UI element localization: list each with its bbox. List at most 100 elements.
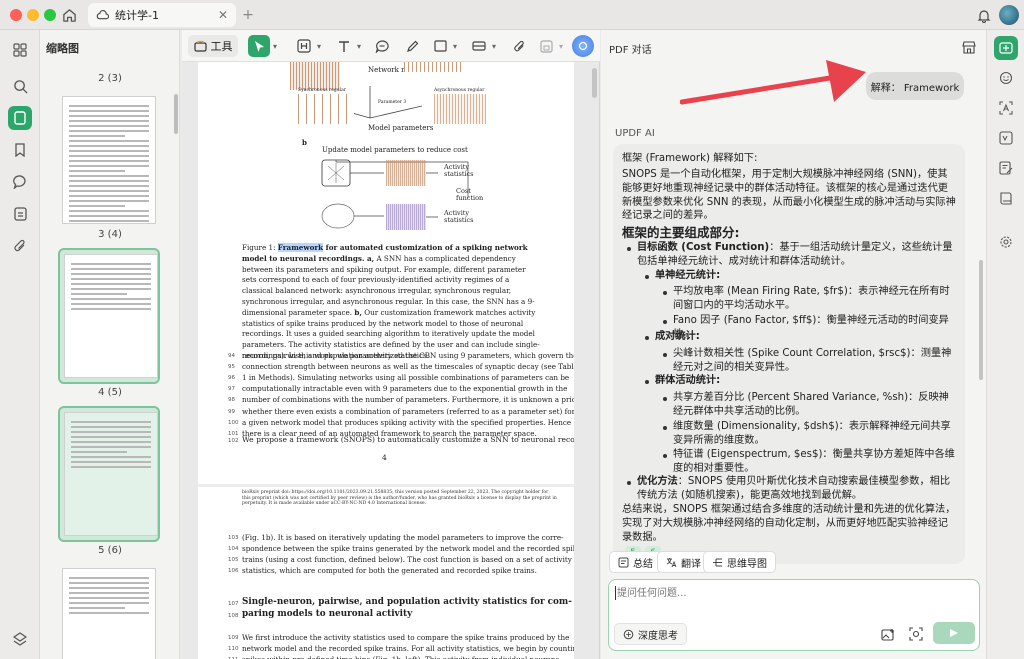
chat-scrollbar[interactable] [979,260,983,380]
send-button[interactable] [933,622,975,644]
form-edit-icon[interactable] [994,156,1018,180]
lock-save-icon[interactable] [536,35,556,57]
chevron-down-icon[interactable]: ▾ [451,35,459,57]
thumbnail-text-line [69,195,149,197]
thumbnail-text-line [69,587,149,589]
chevron-down-icon[interactable]: ▾ [557,35,565,57]
zoom-window-button[interactable] [44,9,56,21]
ai-panel-title: PDF 对话 [609,45,652,56]
search-icon[interactable] [8,74,32,98]
image-upload-icon[interactable] [879,625,897,643]
ai-chat-icon[interactable] [994,36,1018,60]
cloud-icon [96,10,109,20]
summarize-button[interactable]: 总结 [609,551,662,573]
chevron-down-icon[interactable]: ▾ [271,35,279,57]
bookmark-icon[interactable] [8,138,32,162]
summarize-label: 总结 [633,558,653,570]
user-message-bubble: 解释： Framework [866,72,964,100]
response-intro: 框架 (Framework) 解释如下: [622,153,758,164]
body-line: recordings). In this work, we parameteri… [242,351,574,360]
deep-think-button[interactable]: 深度思考 [614,623,687,645]
section-heading-line: Single-neuron, pairwise, and population … [242,597,572,607]
paperclip-icon[interactable] [8,234,32,258]
line-number: 101 [228,430,239,437]
text-tool-icon[interactable] [334,35,354,57]
left-tool-rail [0,30,40,659]
new-tab-icon[interactable]: + [240,6,256,24]
mindmap-button[interactable]: 思维导图 [703,551,776,573]
stamp-icon[interactable] [469,35,489,57]
attach-file-icon[interactable] [509,35,529,57]
thumbnail-text-line [69,597,149,599]
smiley-icon[interactable] [994,66,1018,90]
bullet [645,380,649,384]
body-line: 1 in Methods). Simulating networks using… [242,373,570,383]
pencil-icon[interactable] [402,35,422,57]
thumbnail-text-line [69,165,149,167]
thumbnail-text-line [69,105,149,107]
ai-assistant-icon[interactable] [572,35,594,57]
sub-item: 尖峰计数相关性 (Spike Count Correlation, $rsc$)… [673,348,952,373]
close-tab-icon[interactable]: ✕ [218,8,228,22]
ocr-icon[interactable] [994,96,1018,120]
thumbnail-page-6[interactable] [58,564,160,659]
thumbnail-text-line [71,303,151,305]
line-number: 108 [228,613,239,619]
page-view-icon[interactable] [8,106,32,130]
sub-item: 维度数量 (Dimensionality, $dsh$)：表示解释神经元间共享变… [673,421,951,446]
thumbnail-scrollbar[interactable] [174,94,178,134]
tools-button[interactable]: 工具 [188,35,238,57]
select-cursor-icon[interactable] [248,35,270,57]
attachment-list-icon[interactable] [8,202,32,226]
title-bar: 统计学-1 ✕ + [0,0,1024,30]
thumbnail-page-4[interactable] [58,248,160,384]
figure-panel-b: b Update model parameters to reduce cost… [198,138,574,238]
sync-regular-label: Synchronous regular [298,88,346,93]
raster-plot [386,204,426,230]
store-icon[interactable] [959,37,979,57]
translate-icon [666,557,677,568]
highlighted-term[interactable]: Framework [277,243,324,252]
home-icon[interactable] [60,6,78,24]
thumbnail-text-line [69,577,149,579]
chevron-down-icon[interactable]: ▾ [355,35,363,57]
comment-tool-icon[interactable] [372,35,392,57]
document-tab[interactable]: 统计学-1 ✕ [88,3,236,27]
thumbnail-text-line [69,200,149,202]
minimize-window-button[interactable] [27,9,39,21]
thumbnail-text-line [71,298,151,300]
notification-bell-icon[interactable] [975,6,993,24]
highlight-text-icon[interactable] [294,35,314,57]
assistant-response: 框架 (Framework) 解释如下: SNOPS 是一个自动化框架，用于定制… [613,144,965,564]
settings-gear-icon[interactable] [994,230,1018,254]
rectangle-shape-icon[interactable] [430,35,450,57]
convert-icon[interactable] [994,126,1018,150]
chevron-down-icon[interactable]: ▾ [490,35,498,57]
model-parameters-label: Model parameters [368,124,434,132]
user-message-text: 解释： Framework [870,82,960,94]
chat-input[interactable] [617,585,957,601]
pdf-page: Network model Synchronous regular Asynch… [198,62,574,659]
chat-input-box: 深度思考 [608,579,980,651]
thumbnail-text-line [71,456,151,458]
layers-icon[interactable] [8,627,32,651]
chevron-down-icon[interactable]: ▾ [315,35,323,57]
bullet [645,336,649,340]
body-line: We first introduce the activity statisti… [242,633,570,642]
comment-icon[interactable] [8,170,32,194]
close-window-button[interactable] [10,9,22,21]
book-icon[interactable] [994,186,1018,210]
thumbnails-grid-icon[interactable] [8,38,32,62]
thumbnail-page-5[interactable] [58,406,160,542]
thumbnail-page-3[interactable] [58,92,160,228]
thumbnail-text-line [69,135,125,137]
screenshot-icon[interactable] [907,625,925,643]
raster-plot [298,94,354,124]
bullet-text: ：SNOPS 使用贝叶斯优化技术自动搜索最佳模型参数，相比传统方法 (如随机搜索… [637,476,951,501]
line-number: 105 [228,557,239,564]
response-bullet: 目标函数 (Cost Function)：基于一组活动统计量定义，这些统计量包括… [637,241,957,269]
annotation-arrow [680,60,866,105]
body-line: (Fig. 1b). It is based on iteratively up… [242,533,564,542]
document-scrollbar[interactable] [592,68,597,98]
user-avatar[interactable] [999,5,1019,25]
